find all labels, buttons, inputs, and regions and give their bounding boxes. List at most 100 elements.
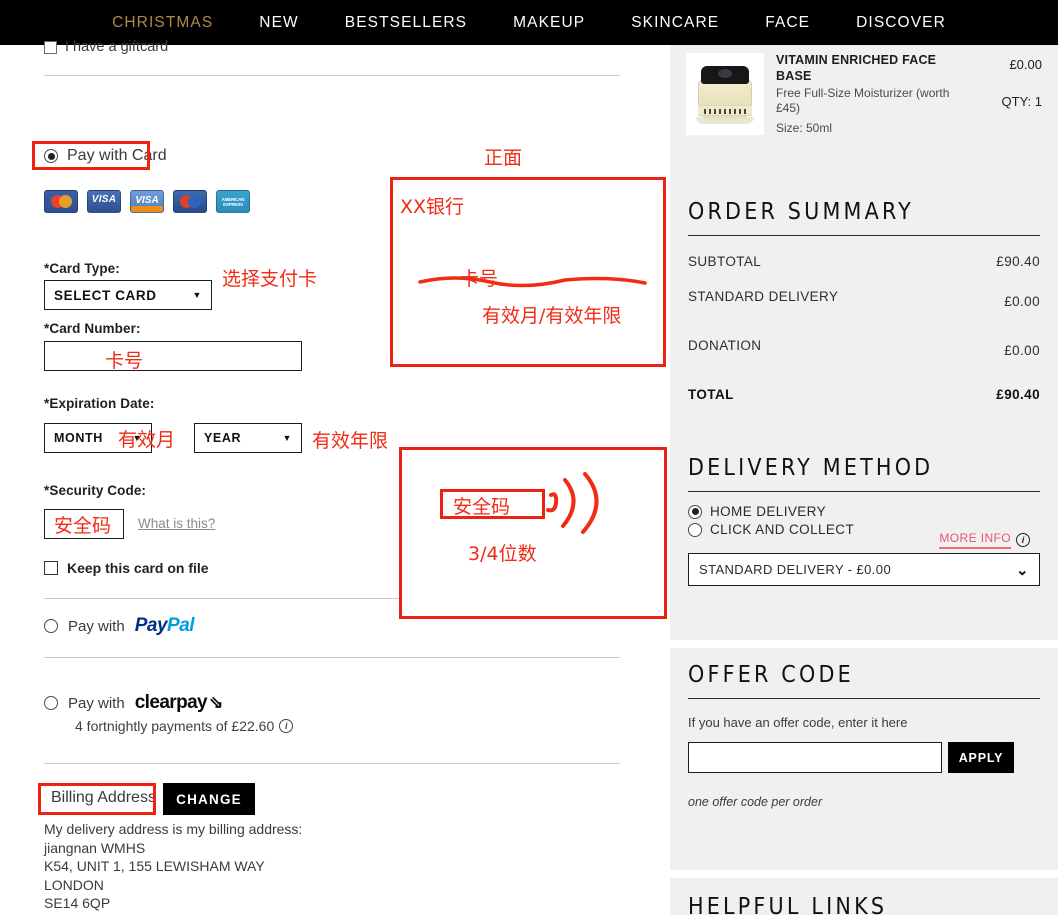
card-type-select[interactable]: SELECT CARD ▼ [44, 280, 212, 310]
summary-label-total: TOTAL [688, 387, 734, 402]
info-icon[interactable]: i [1016, 533, 1030, 547]
pay-with-card-label: Pay with Card [67, 147, 167, 164]
chevron-down-icon: ⌄ [1016, 561, 1029, 579]
annotation-security-on-card: 安全码 [453, 496, 511, 518]
home-delivery-label: HOME DELIVERY [710, 504, 826, 519]
paypal-logo: PayPal [135, 615, 195, 637]
visa-icon: VISA [87, 190, 121, 213]
delivery-method-select[interactable]: STANDARD DELIVERY - £0.00 ⌄ [688, 553, 1040, 586]
summary-value-delivery: £0.00 [1004, 294, 1040, 309]
clearpay-installments-row: 4 fortnightly payments of £22.60 i [75, 718, 294, 734]
annotation-card-number: 卡号 [105, 350, 144, 372]
nav-item-skincare[interactable]: SKINCARE [608, 14, 742, 32]
change-billing-address-button[interactable]: CHANGE [163, 783, 255, 815]
expiry-month-value: MONTH [54, 431, 103, 445]
summary-label-subtotal: SUBTOTAL [688, 254, 762, 269]
card-number-input[interactable] [44, 341, 302, 371]
what-is-this-link[interactable]: What is this? [138, 516, 215, 531]
summary-value-donation: £0.00 [1004, 343, 1040, 358]
divider-top [44, 75, 620, 76]
nav-item-new[interactable]: NEW [236, 14, 321, 32]
nav-item-face[interactable]: FACE [742, 14, 833, 32]
giftcard-row[interactable]: I have a giftcard [44, 39, 168, 55]
card-number-label: *Card Number: [44, 321, 141, 336]
offer-code-input[interactable] [688, 742, 942, 773]
paypal-radio[interactable] [44, 619, 58, 633]
delivery-method-rule [688, 491, 1040, 492]
keep-card-on-file-row[interactable]: Keep this card on file [44, 560, 209, 576]
product-quantity: QTY: 1 [1001, 94, 1042, 109]
annotation-year: 有效年限 [312, 430, 389, 452]
card-type-label: *Card Type: [44, 261, 120, 276]
annotation-month: 有效月 [118, 429, 176, 451]
pay-with-paypal-option[interactable]: Pay with PayPal [44, 615, 195, 637]
maestro-icon [173, 190, 207, 213]
pay-with-card-option[interactable]: Pay with Card [38, 143, 175, 169]
order-summary-card: ORDER SUMMARY SUBTOTAL £90.40 STANDARD D… [670, 187, 1058, 443]
home-delivery-radio[interactable] [688, 504, 702, 519]
annotation-card-number-on-card: 卡号 [460, 268, 499, 290]
visa-electron-icon: VISA [130, 190, 164, 213]
more-info-label: MORE INFO [939, 531, 1011, 549]
annotation-bank-name: XX银行 [400, 196, 465, 218]
info-icon[interactable]: i [279, 719, 294, 733]
offer-code-title: OFFER CODE [688, 662, 854, 688]
keep-card-checkbox[interactable] [44, 561, 58, 575]
product-price: £0.00 [1009, 57, 1042, 72]
divider-clearpay-top [44, 657, 620, 658]
summary-label-donation: DONATION [688, 338, 762, 353]
product-name: VITAMIN ENRICHED FACE BASE [776, 53, 937, 83]
home-delivery-option[interactable]: HOME DELIVERY [688, 504, 1040, 519]
summary-row-donation: DONATION £0.00 [688, 338, 1040, 358]
clearpay-prefix-label: Pay with [68, 694, 125, 712]
clearpay-logo-text: clearpay [134, 692, 208, 713]
offer-code-help: If you have an offer code, enter it here [688, 715, 908, 730]
pay-with-clearpay-option[interactable]: Pay with clearpay ⇘ [44, 692, 223, 714]
apply-offer-code-button[interactable]: APPLY [948, 742, 1014, 773]
product-thumbnail [686, 53, 764, 135]
pay-with-card-radio[interactable] [44, 149, 58, 163]
clearpay-logo: clearpay ⇘ [134, 692, 224, 714]
offer-code-rule [688, 698, 1040, 699]
nav-item-bestsellers[interactable]: BESTSELLERS [322, 14, 490, 32]
product-size: Size: 50ml [776, 121, 833, 135]
delivery-method-card: DELIVERY METHOD HOME DELIVERY CLICK AND … [670, 443, 1058, 640]
card-type-value: SELECT CARD [54, 287, 157, 303]
click-and-collect-radio[interactable] [688, 522, 702, 537]
summary-row-total: TOTAL £90.40 [688, 387, 1040, 402]
nav-item-christmas[interactable]: CHRISTMAS [89, 14, 236, 32]
chevron-down-icon: ▼ [282, 433, 292, 443]
click-and-collect-label: CLICK AND COLLECT [710, 522, 855, 537]
expiry-year-select[interactable]: YEAR ▼ [194, 423, 302, 453]
offer-code-note: one offer code per order [688, 795, 823, 809]
billing-line-street: K54, UNIT 1, 155 LEWISHAM WAY [44, 858, 265, 874]
billing-address-title: Billing Address [51, 789, 156, 806]
billing-line-postcode: SE14 6QP [44, 895, 111, 911]
nav-item-makeup[interactable]: MAKEUP [490, 14, 608, 32]
clearpay-radio[interactable] [44, 696, 58, 710]
security-code-label: *Security Code: [44, 483, 147, 498]
checkout-page: CHRISTMAS NEW BESTSELLERS MAKEUP SKINCAR… [0, 0, 1058, 915]
delivery-method-value: STANDARD DELIVERY - £0.00 [699, 562, 892, 577]
mastercard-icon [44, 190, 78, 213]
annotation-card-number-stroke [418, 276, 647, 288]
nav-item-discover[interactable]: DISCOVER [833, 14, 969, 32]
annotation-expiry-on-card: 有效月/有效年限 [482, 305, 622, 327]
summary-value-subtotal: £90.40 [996, 254, 1040, 269]
summary-label-delivery: STANDARD DELIVERY [688, 289, 839, 304]
paypal-logo-pal: Pal [167, 615, 195, 636]
billing-line-name: jiangnan WMHS [44, 839, 146, 856]
giftcard-checkbox[interactable] [44, 40, 57, 54]
order-summary-title: ORDER SUMMARY [688, 199, 914, 225]
summary-row-subtotal: SUBTOTAL £90.40 [688, 254, 1040, 269]
annotation-digit-count: 3/4位数 [468, 543, 537, 565]
american-express-icon: AMERICAN EXPRESS [216, 190, 250, 213]
product-offer: Free Full-Size Moisturizer (worth £45) [776, 86, 950, 115]
annotation-card-front-label: 正面 [484, 147, 523, 169]
annotation-security-code: 安全码 [54, 515, 112, 537]
annotation-signature-swoosh-icon [546, 472, 599, 534]
giftcard-label: I have a giftcard [65, 39, 169, 55]
more-info-link[interactable]: MORE INFO i [939, 531, 1030, 549]
billing-address-block: My delivery address is my billing addres… [44, 820, 302, 915]
product-card: VITAMIN ENRICHED FACE BASE Free Full-Siz… [670, 45, 1058, 187]
